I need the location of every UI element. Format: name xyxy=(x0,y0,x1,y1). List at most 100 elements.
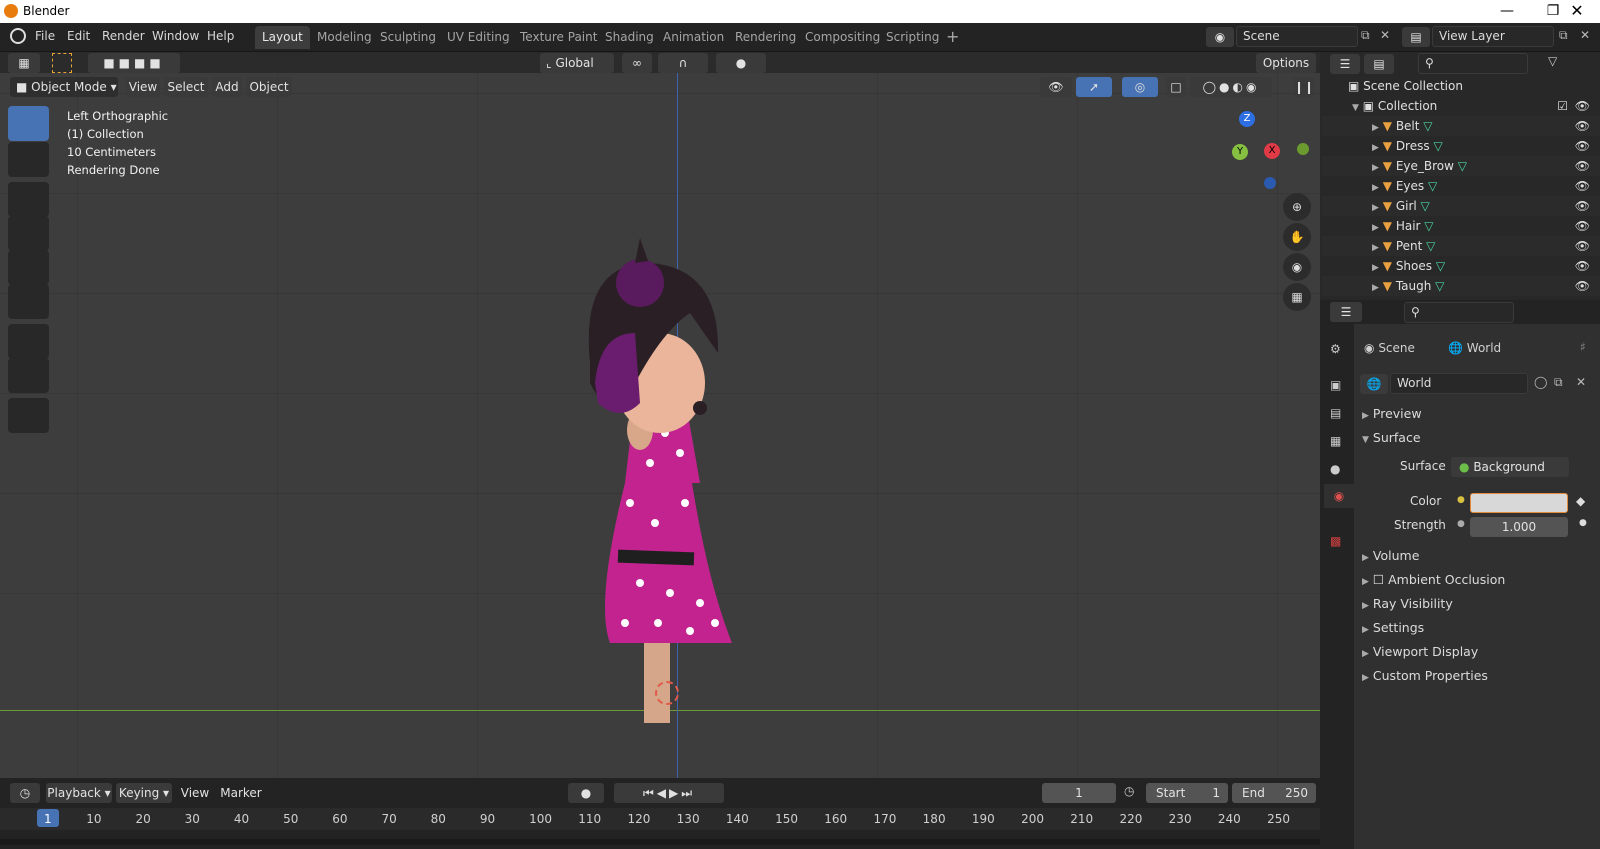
visibility-icon[interactable]: 👁 xyxy=(1040,77,1072,97)
checkbox-icon[interactable]: ☑ xyxy=(1557,96,1568,116)
tool-tab-icon[interactable]: ⚙ xyxy=(1330,342,1341,356)
display-mode-icon[interactable]: ▤ xyxy=(1364,54,1394,74)
proportional-edit-icon[interactable]: ● xyxy=(716,53,766,73)
scene-selector-icon[interactable]: ◉ xyxy=(1206,27,1234,47)
expand-icon[interactable]: ▶ xyxy=(1372,243,1379,253)
scene-tab-icon[interactable]: ● xyxy=(1330,462,1340,476)
expand-icon[interactable]: ▶ xyxy=(1372,223,1379,233)
pan-hand-icon[interactable]: ✋ xyxy=(1283,223,1311,251)
menu-edit[interactable]: Edit xyxy=(67,29,90,43)
outliner-row-object[interactable]: ▶ ▼ Shoes ▽ 👁 xyxy=(1322,256,1600,276)
select-box-tool-icon[interactable] xyxy=(52,53,72,73)
cursor-tool-icon[interactable] xyxy=(8,142,49,177)
eye-icon[interactable]: 👁 xyxy=(1575,156,1590,176)
xray-icon[interactable]: □ xyxy=(1166,77,1186,97)
outliner-row-object[interactable]: ▶ ▼ Pent ▽ 👁 xyxy=(1322,236,1600,256)
current-frame-field[interactable]: 1 xyxy=(1042,783,1116,803)
outliner-row-collection[interactable]: ▼ ▣ Collection ☑ 👁 xyxy=(1322,96,1600,116)
timeline-editor-icon[interactable]: ◷ xyxy=(10,783,40,803)
tab-uv-editing[interactable]: UV Editing xyxy=(440,26,517,49)
panel-ambient-occlusion[interactable]: ▶ ☐ Ambient Occlusion xyxy=(1362,572,1505,587)
expand-icon[interactable]: ▶ xyxy=(1372,123,1379,133)
timeline-menu-keying[interactable]: Keying ▾ xyxy=(116,783,172,803)
outliner-row-object[interactable]: ▶ ▼ Girl ▽ 👁 xyxy=(1322,196,1600,216)
properties-editor-icon[interactable]: ☰ xyxy=(1330,302,1362,322)
tab-modeling[interactable]: Modeling xyxy=(310,26,379,49)
expand-icon[interactable]: ▶ xyxy=(1372,283,1379,293)
mode-selector[interactable]: ■ Object Mode ▾ xyxy=(10,77,118,97)
selection-mode-icons[interactable]: ■■■■ xyxy=(88,53,180,73)
tab-texture-paint[interactable]: Texture Paint xyxy=(513,26,604,49)
select-tool-icon[interactable] xyxy=(8,106,49,141)
tab-animation[interactable]: Animation xyxy=(656,26,731,49)
new-view-layer-icon[interactable]: ⧉ xyxy=(1559,28,1568,43)
tab-sculpting[interactable]: Sculpting xyxy=(373,26,443,49)
surface-shader-field[interactable]: ● Background xyxy=(1451,457,1569,477)
outliner-row-object[interactable]: ▶ ▼ Eyes ▽ 👁 xyxy=(1322,176,1600,196)
tab-rendering[interactable]: Rendering xyxy=(728,26,803,49)
outliner-row-object[interactable]: ▶ ▼ Taugh ▽ 👁 xyxy=(1322,276,1600,296)
panel-surface[interactable]: ▼ Surface xyxy=(1362,430,1421,445)
eye-icon[interactable]: 👁 xyxy=(1575,216,1590,236)
viewport-menu-select[interactable]: Select xyxy=(164,77,208,97)
eye-icon[interactable]: 👁 xyxy=(1575,96,1590,116)
add-cube-tool-icon[interactable] xyxy=(8,398,49,433)
timeline-menu-marker[interactable]: Marker xyxy=(218,783,264,803)
panel-preview[interactable]: ▶ Preview xyxy=(1362,406,1422,421)
outliner-row-scene-collection[interactable]: ▣ Scene Collection xyxy=(1322,76,1600,96)
gizmo-neg-y-icon[interactable] xyxy=(1297,143,1309,155)
scene-name-field[interactable]: Scene xyxy=(1236,26,1358,47)
outliner-row-object[interactable]: ▶ ▼ Dress ▽ 👁 xyxy=(1322,136,1600,156)
eye-icon[interactable]: 👁 xyxy=(1575,196,1590,216)
delete-view-layer-icon[interactable]: ✕ xyxy=(1580,28,1590,42)
keyframe-icon[interactable]: ◆ xyxy=(1576,494,1585,508)
delete-scene-icon[interactable]: ✕ xyxy=(1380,28,1390,42)
perspective-toggle-icon[interactable]: ▦ xyxy=(1283,283,1311,311)
sidebar-toggle-icon[interactable]: ❙❙ xyxy=(1294,77,1314,97)
panel-volume[interactable]: ▶ Volume xyxy=(1362,548,1419,563)
eye-icon[interactable]: 👁 xyxy=(1575,136,1590,156)
filter-icon[interactable]: ▽ xyxy=(1548,54,1557,68)
timeline-scrollbar[interactable] xyxy=(0,839,1320,845)
world-browse-icon[interactable]: 🌐 xyxy=(1360,374,1388,394)
3d-viewport[interactable] xyxy=(0,73,1320,778)
strength-field[interactable]: 1.000 xyxy=(1470,517,1568,537)
measure-tool-icon[interactable] xyxy=(8,358,49,393)
gizmo-z-icon[interactable]: Z xyxy=(1239,111,1255,127)
eye-icon[interactable]: 👁 xyxy=(1575,276,1590,296)
record-icon[interactable]: ● xyxy=(568,783,604,803)
properties-search-input[interactable]: ⚲ xyxy=(1404,302,1514,323)
add-workspace-icon[interactable]: + xyxy=(946,27,959,46)
transform-orientation[interactable]: ⌞ Global xyxy=(540,53,614,73)
expand-icon[interactable]: ▼ xyxy=(1352,103,1359,113)
tab-compositing[interactable]: Compositing xyxy=(798,26,887,49)
editor-type-icon[interactable]: ▦ xyxy=(8,53,40,73)
gizmo-toggle-icon[interactable]: ➚ xyxy=(1076,77,1112,97)
pivot-icon[interactable]: ∞ xyxy=(622,53,652,73)
expand-icon[interactable]: ▶ xyxy=(1372,163,1379,173)
gizmo-x-icon[interactable]: X xyxy=(1264,143,1280,159)
world-name-field[interactable]: World xyxy=(1390,373,1528,394)
panel-settings[interactable]: ▶ Settings xyxy=(1362,620,1424,635)
menu-window[interactable]: Window xyxy=(152,29,199,43)
timeline-menu-playback[interactable]: Playback ▾ xyxy=(46,783,112,803)
pin-icon[interactable]: ♯ xyxy=(1580,340,1586,354)
unlink-world-icon[interactable]: ✕ xyxy=(1576,375,1586,389)
character-model[interactable] xyxy=(540,183,760,723)
view-layer-icon[interactable]: ▤ xyxy=(1402,27,1430,47)
viewport-menu-add[interactable]: Add xyxy=(212,77,242,97)
panel-ray-visibility[interactable]: ▶ Ray Visibility xyxy=(1362,596,1453,611)
outliner-row-object[interactable]: ▶ ▼ Eye_Brow ▽ 👁 xyxy=(1322,156,1600,176)
blender-menu-icon[interactable] xyxy=(10,28,26,44)
panel-viewport-display[interactable]: ▶ Viewport Display xyxy=(1362,644,1478,659)
texture-tab-icon[interactable]: ▩ xyxy=(1330,534,1341,548)
expand-icon[interactable]: ▶ xyxy=(1372,203,1379,213)
3d-cursor-icon[interactable] xyxy=(655,681,679,705)
shading-mode-icons[interactable]: ◯●◐◉ xyxy=(1190,77,1272,97)
output-tab-icon[interactable]: ▤ xyxy=(1330,406,1341,420)
render-tab-icon[interactable]: ▣ xyxy=(1330,378,1341,392)
options-button[interactable]: Options xyxy=(1256,53,1316,73)
fake-user-icon[interactable]: ◯ xyxy=(1534,375,1547,389)
menu-render[interactable]: Render xyxy=(102,29,145,43)
view-layer-tab-icon[interactable]: ▦ xyxy=(1330,434,1341,448)
